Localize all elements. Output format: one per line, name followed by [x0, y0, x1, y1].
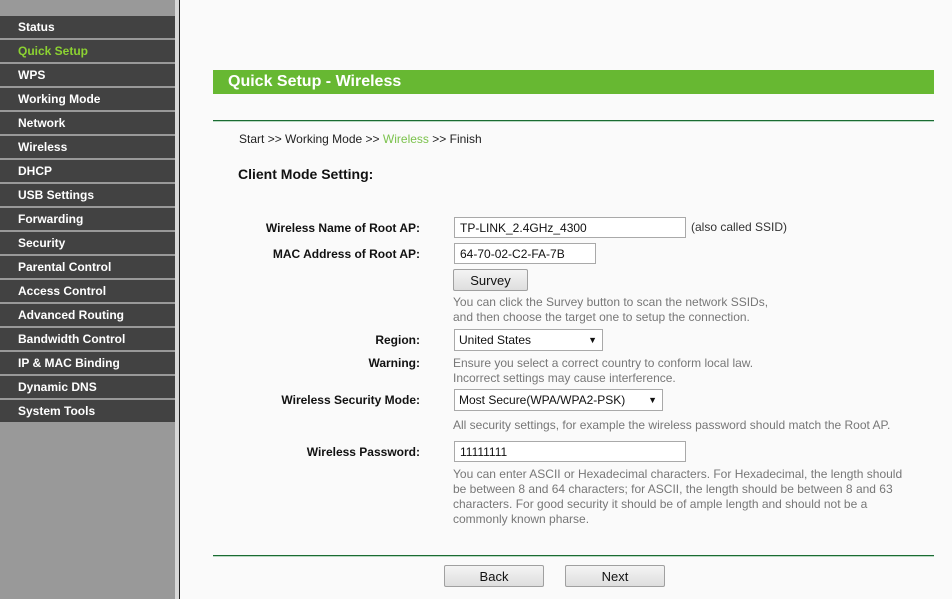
sidebar-menu: Status Quick Setup WPS Working Mode Netw… [0, 0, 175, 599]
password-help-line: You can enter ASCII or Hexadecimal chara… [453, 467, 903, 481]
frame-border [179, 0, 180, 599]
ssid-input[interactable] [454, 217, 686, 238]
back-button[interactable]: Back [444, 565, 544, 587]
sidebar-item-bandwidth-control[interactable]: Bandwidth Control [0, 328, 175, 350]
security-mode-select[interactable]: Most Secure(WPA/WPA2-PSK) ▼ [454, 389, 663, 411]
section-title: Client Mode Setting: [238, 166, 374, 182]
sidebar-item-dynamic-dns[interactable]: Dynamic DNS [0, 376, 175, 398]
breadcrumb: Start >> Working Mode >> Wireless >> Fin… [239, 132, 482, 146]
bottom-divider [213, 555, 934, 557]
security-mode-help: All security settings, for example the w… [453, 418, 891, 432]
breadcrumb-step-wireless: Wireless [382, 132, 429, 146]
breadcrumb-separator: >> [365, 132, 380, 146]
ssid-label: Wireless Name of Root AP: [265, 221, 420, 235]
sidebar-item-status[interactable]: Status [0, 16, 175, 38]
breadcrumb-step-working-mode: Working Mode [285, 132, 363, 146]
sidebar-item-access-control[interactable]: Access Control [0, 280, 175, 302]
password-help-text: You can enter ASCII or Hexadecimal chara… [453, 467, 902, 527]
password-help-line: commonly known pharse. [453, 512, 590, 526]
dropdown-arrow-icon: ▼ [588, 335, 597, 345]
sidebar-item-dhcp[interactable]: DHCP [0, 160, 175, 182]
region-select[interactable]: United States ▼ [454, 329, 603, 351]
warning-text: Ensure you select a correct country to c… [453, 356, 753, 386]
warning-line: Ensure you select a correct country to c… [453, 356, 754, 370]
sidebar-item-parental-control[interactable]: Parental Control [0, 256, 175, 278]
mac-address-input[interactable] [454, 243, 596, 264]
sidebar-item-usb-settings[interactable]: USB Settings [0, 184, 175, 206]
breadcrumb-separator: >> [432, 132, 447, 146]
region-select-value: United States [459, 333, 532, 347]
sidebar-item-network[interactable]: Network [0, 112, 175, 134]
password-help-line: be between 8 and 64 characters; for ASCI… [453, 482, 893, 496]
survey-help-text: You can click the Survey button to scan … [453, 295, 768, 325]
sidebar-item-security[interactable]: Security [0, 232, 175, 254]
survey-help-line: You can click the Survey button to scan … [453, 295, 769, 309]
survey-help-line: and then choose the target one to setup … [453, 310, 750, 324]
security-mode-label: Wireless Security Mode: [281, 393, 420, 407]
security-mode-select-value: Most Secure(WPA/WPA2-PSK) [459, 393, 626, 407]
sidebar-item-wireless[interactable]: Wireless [0, 136, 175, 158]
survey-button[interactable]: Survey [453, 269, 528, 291]
sidebar-item-system-tools[interactable]: System Tools [0, 400, 175, 422]
next-button[interactable]: Next [565, 565, 665, 587]
password-label: Wireless Password: [306, 445, 420, 459]
sidebar-item-working-mode[interactable]: Working Mode [0, 88, 175, 110]
sidebar-item-ip-mac-binding[interactable]: IP & MAC Binding [0, 352, 175, 374]
page-title: Quick Setup - Wireless [213, 70, 934, 94]
dropdown-arrow-icon: ▼ [648, 395, 657, 405]
sidebar-item-quick-setup[interactable]: Quick Setup [0, 40, 175, 62]
warning-line: Incorrect settings may cause interferenc… [453, 371, 676, 385]
wireless-password-input[interactable] [454, 441, 686, 462]
breadcrumb-step-start: Start [239, 132, 265, 146]
sidebar-item-forwarding[interactable]: Forwarding [0, 208, 175, 230]
ssid-note: (also called SSID) [691, 220, 788, 234]
mac-label: MAC Address of Root AP: [272, 247, 420, 261]
region-label: Region: [375, 333, 420, 347]
sidebar-item-advanced-routing[interactable]: Advanced Routing [0, 304, 175, 326]
breadcrumb-step-finish: Finish [449, 132, 482, 146]
breadcrumb-separator: >> [267, 132, 282, 146]
top-divider [213, 120, 934, 122]
password-help-line: characters. For good security it should … [453, 497, 868, 511]
sidebar-item-wps[interactable]: WPS [0, 64, 175, 86]
warning-label: Warning: [368, 356, 420, 370]
